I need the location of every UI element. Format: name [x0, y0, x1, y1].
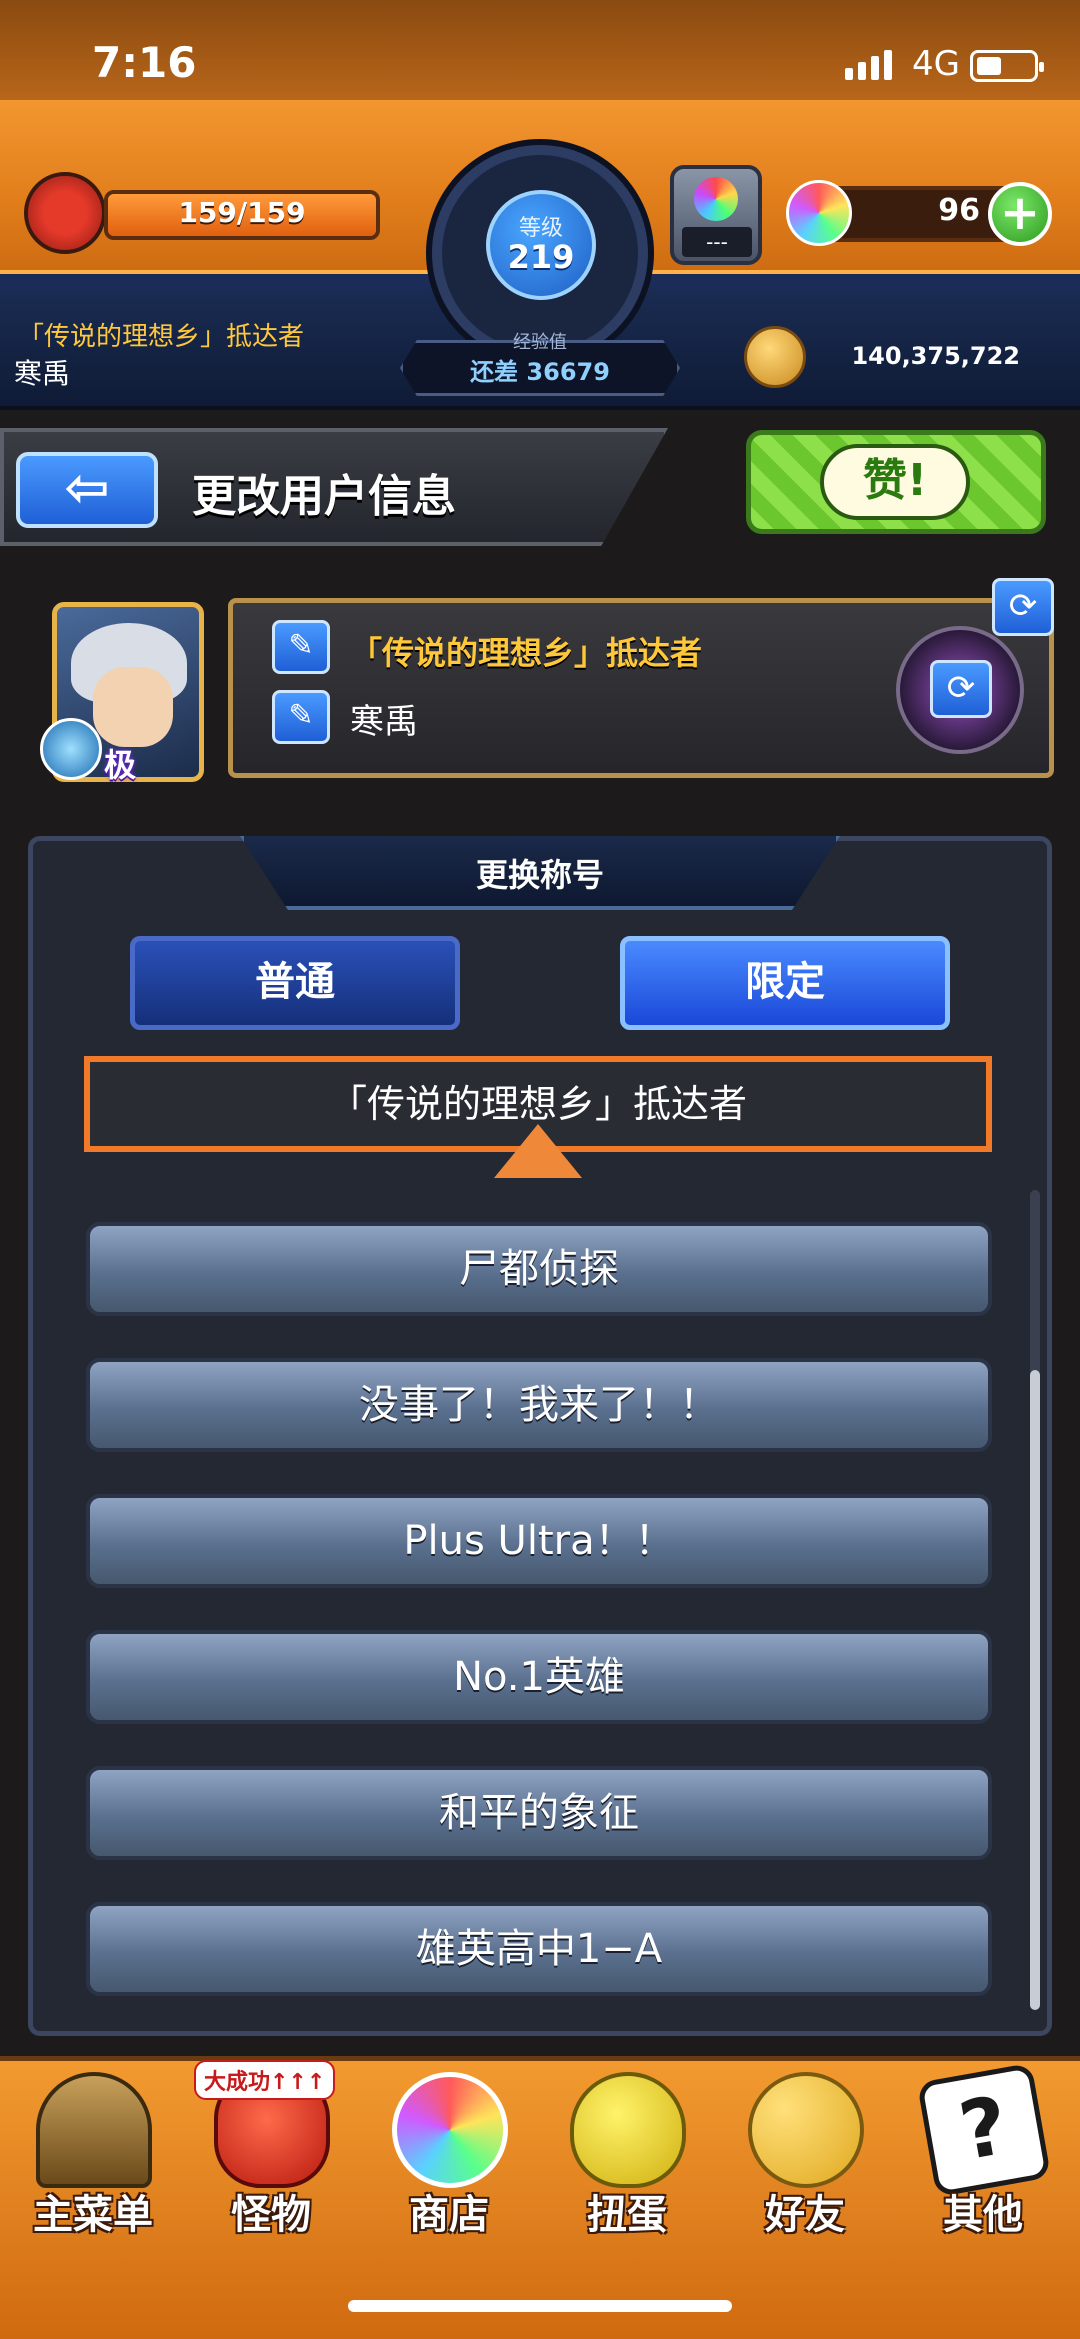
edit-title-button[interactable]: ✎ [272, 620, 330, 674]
level-value: 219 [507, 238, 575, 276]
orb-shop-icon [392, 2072, 508, 2188]
egg-icon [570, 2072, 686, 2188]
gem-slot-button[interactable]: --- [670, 165, 762, 265]
refresh-icon[interactable]: ⟳ [992, 578, 1054, 636]
selection-arrow-icon [494, 1124, 582, 1178]
exp-remaining: 还差 36679 [470, 358, 610, 386]
orb-icon [786, 180, 852, 246]
exp-label: 经验值 [513, 332, 567, 353]
page-title: 更改用户信息 [192, 471, 456, 522]
castle-icon [36, 2072, 152, 2188]
nav-gacha[interactable]: 扭蛋 [542, 2062, 712, 2262]
network-type: 4G [912, 44, 960, 84]
battery-icon [970, 50, 1044, 82]
stamina-value: 159/159 [178, 196, 306, 229]
like-label[interactable]: 赞! [820, 444, 970, 520]
friends-icon [748, 2072, 864, 2188]
player-title: 「传说的理想乡」抵达者 [18, 322, 305, 352]
nav-other[interactable]: ? 其他 [898, 2062, 1068, 2262]
signal-icon [845, 50, 892, 80]
list-item[interactable]: 雄英高中1−A [86, 1902, 992, 1996]
profile-name: 寒禹 [350, 702, 418, 742]
nav-label: 怪物 [231, 2192, 311, 2238]
profile-title: 「传说的理想乡」抵达者 [350, 634, 703, 672]
home-indicator[interactable] [348, 2300, 732, 2312]
nav-label: 其他 [943, 2192, 1023, 2238]
nav-monsters[interactable]: 大成功↑↑↑ 怪物 [186, 2060, 356, 2262]
nav-label: 扭蛋 [587, 2192, 667, 2238]
selector-title: 更换称号 [475, 856, 604, 894]
edit-name-button[interactable]: ✎ [272, 690, 330, 744]
list-item[interactable]: No.1英雄 [86, 1630, 992, 1724]
list-item[interactable]: 和平的象征 [86, 1766, 992, 1860]
change-emblem-button[interactable]: ⟳ [930, 660, 992, 718]
tab-normal[interactable]: 普通 [130, 936, 460, 1030]
avatar-face [93, 667, 173, 747]
status-bar: 7:16 4G [0, 0, 1080, 100]
nav-friends[interactable]: 好友 [720, 2062, 890, 2262]
gem-slot-value: --- [682, 227, 752, 257]
tab-limited[interactable]: 限定 [620, 936, 950, 1030]
clock: 7:16 [92, 38, 197, 87]
list-item[interactable]: 尸都侦探 [86, 1222, 992, 1316]
gem-icon [694, 177, 738, 221]
list-item[interactable]: 没事了！我来了！！ [86, 1358, 992, 1452]
stamina-icon [24, 172, 106, 254]
add-orbs-button[interactable]: + [988, 182, 1052, 246]
back-button[interactable]: ⇦ [16, 452, 158, 528]
orb-count: 96 [938, 193, 980, 228]
nav-label: 好友 [765, 2192, 845, 2238]
nav-label: 商店 [409, 2192, 489, 2238]
nav-main-menu[interactable]: 主菜单 [8, 2062, 178, 2262]
avatar-element-icon [40, 718, 102, 780]
avatar-rank: 极 [104, 746, 137, 784]
list-item[interactable]: Plus Ultra！！ [86, 1494, 992, 1588]
scrollbar-thumb[interactable] [1030, 1370, 1040, 2010]
question-icon: ? [916, 2062, 1052, 2198]
coin-count: 140,375,722 [851, 342, 1020, 370]
nav-label: 主菜单 [33, 2192, 153, 2238]
player-name: 寒禹 [14, 357, 71, 390]
nav-badge: 大成功↑↑↑ [194, 2060, 336, 2100]
nav-shop[interactable]: 商店 [364, 2062, 534, 2262]
coin-icon [744, 326, 806, 388]
